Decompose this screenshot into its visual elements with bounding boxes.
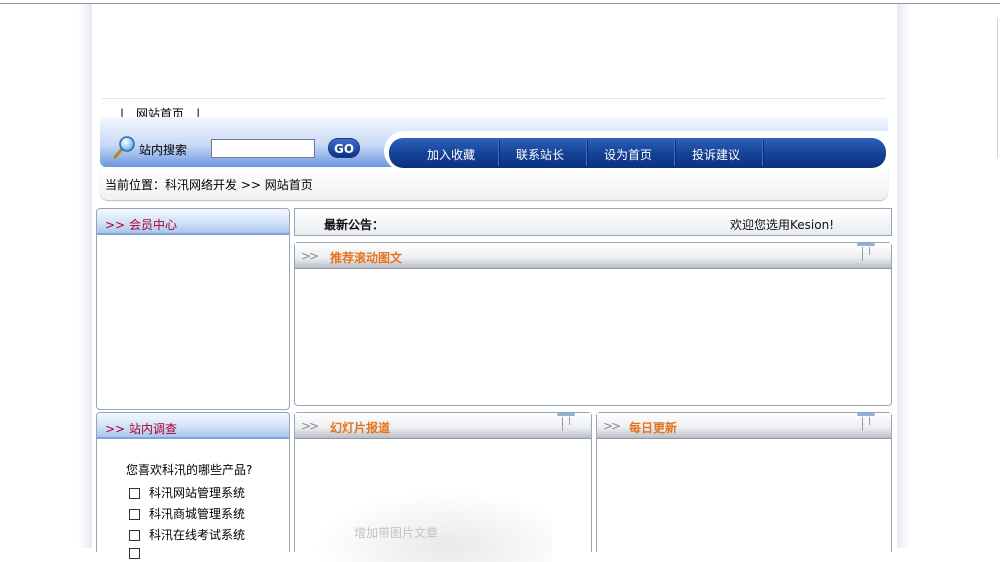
member-header: >> 会员中心 bbox=[97, 209, 289, 235]
nav-contact-admin[interactable]: 联系站长 bbox=[516, 146, 564, 163]
daily-header: >> 每日更新 | | | bbox=[597, 413, 891, 439]
chevron-icon: >> bbox=[105, 218, 126, 232]
search-input[interactable] bbox=[211, 139, 315, 158]
recommend-title: 推荐滚动图文 bbox=[330, 251, 403, 265]
tab-handle-icon: | | | bbox=[557, 413, 575, 431]
nav-divider bbox=[762, 140, 764, 166]
breadcrumb-prefix: 当前位置： bbox=[105, 178, 166, 192]
survey-option[interactable]: 科汛商城管理系统 bbox=[129, 505, 245, 522]
breadcrumb: 当前位置：科汛网络开发 >> 网站首页 bbox=[105, 176, 313, 193]
member-panel bbox=[96, 208, 290, 410]
chevron-icon: >> bbox=[301, 249, 319, 263]
survey-checkbox[interactable] bbox=[129, 530, 140, 541]
daily-title: 每日更新 bbox=[629, 421, 678, 435]
search-label: 站内搜索 bbox=[139, 143, 188, 157]
go-button[interactable]: GO bbox=[328, 138, 360, 158]
notice-label: 最新公告： bbox=[324, 218, 385, 232]
recommend-header: >> 推荐滚动图文 | | | bbox=[295, 243, 891, 269]
nav-divider bbox=[586, 140, 588, 166]
survey-option[interactable]: 科汛网站管理系统 bbox=[129, 484, 245, 501]
nav-divider bbox=[498, 140, 500, 166]
survey-checkbox[interactable] bbox=[129, 488, 140, 499]
slideshow-title: 幻灯片报道 bbox=[330, 421, 391, 435]
slideshow-placeholder-graphic bbox=[292, 482, 552, 562]
breadcrumb-sep: >> bbox=[240, 178, 261, 192]
nav-divider bbox=[674, 140, 676, 166]
search-icon bbox=[113, 135, 137, 159]
page-shadow-right bbox=[897, 4, 911, 548]
nav-set-homepage[interactable]: 设为首页 bbox=[604, 146, 652, 163]
member-title: 会员中心 bbox=[128, 218, 177, 232]
nav-add-favorite[interactable]: 加入收藏 bbox=[427, 146, 475, 163]
survey-header: >> 站内调查 bbox=[97, 413, 289, 439]
chevron-icon: >> bbox=[301, 419, 319, 433]
chevron-icon: >> bbox=[105, 422, 126, 436]
survey-title: 站内调查 bbox=[128, 422, 177, 436]
breadcrumb-current[interactable]: 网站首页 bbox=[265, 178, 313, 192]
chevron-icon: >> bbox=[603, 419, 621, 433]
page-shadow-left bbox=[78, 4, 92, 548]
tab-handle-icon: | | | bbox=[857, 243, 875, 261]
header-divider bbox=[102, 98, 886, 99]
nav-complaint[interactable]: 投诉建议 bbox=[692, 146, 740, 163]
page-container: | 网站首页 | 站内搜索 GO 加入收藏 联系站长 设为首页 投诉建议 当前位置：… bbox=[92, 4, 897, 562]
breadcrumb-site[interactable]: 科汛网络开发 bbox=[165, 178, 237, 192]
survey-checkbox[interactable] bbox=[129, 548, 140, 559]
survey-question: 您喜欢科汛的哪些产品? bbox=[126, 463, 253, 477]
tab-handle-icon: | | | bbox=[857, 413, 875, 431]
survey-checkbox[interactable] bbox=[129, 509, 140, 520]
slideshow-header: >> 幻灯片报道 | | | bbox=[295, 413, 591, 439]
notice-message[interactable]: 欢迎您选用Kesion! bbox=[730, 216, 834, 233]
slideshow-placeholder-text: 增加带图片文章 bbox=[354, 526, 439, 540]
survey-option[interactable]: 科汛在线考试系统 bbox=[129, 526, 245, 543]
survey-option-partial[interactable] bbox=[129, 546, 149, 560]
